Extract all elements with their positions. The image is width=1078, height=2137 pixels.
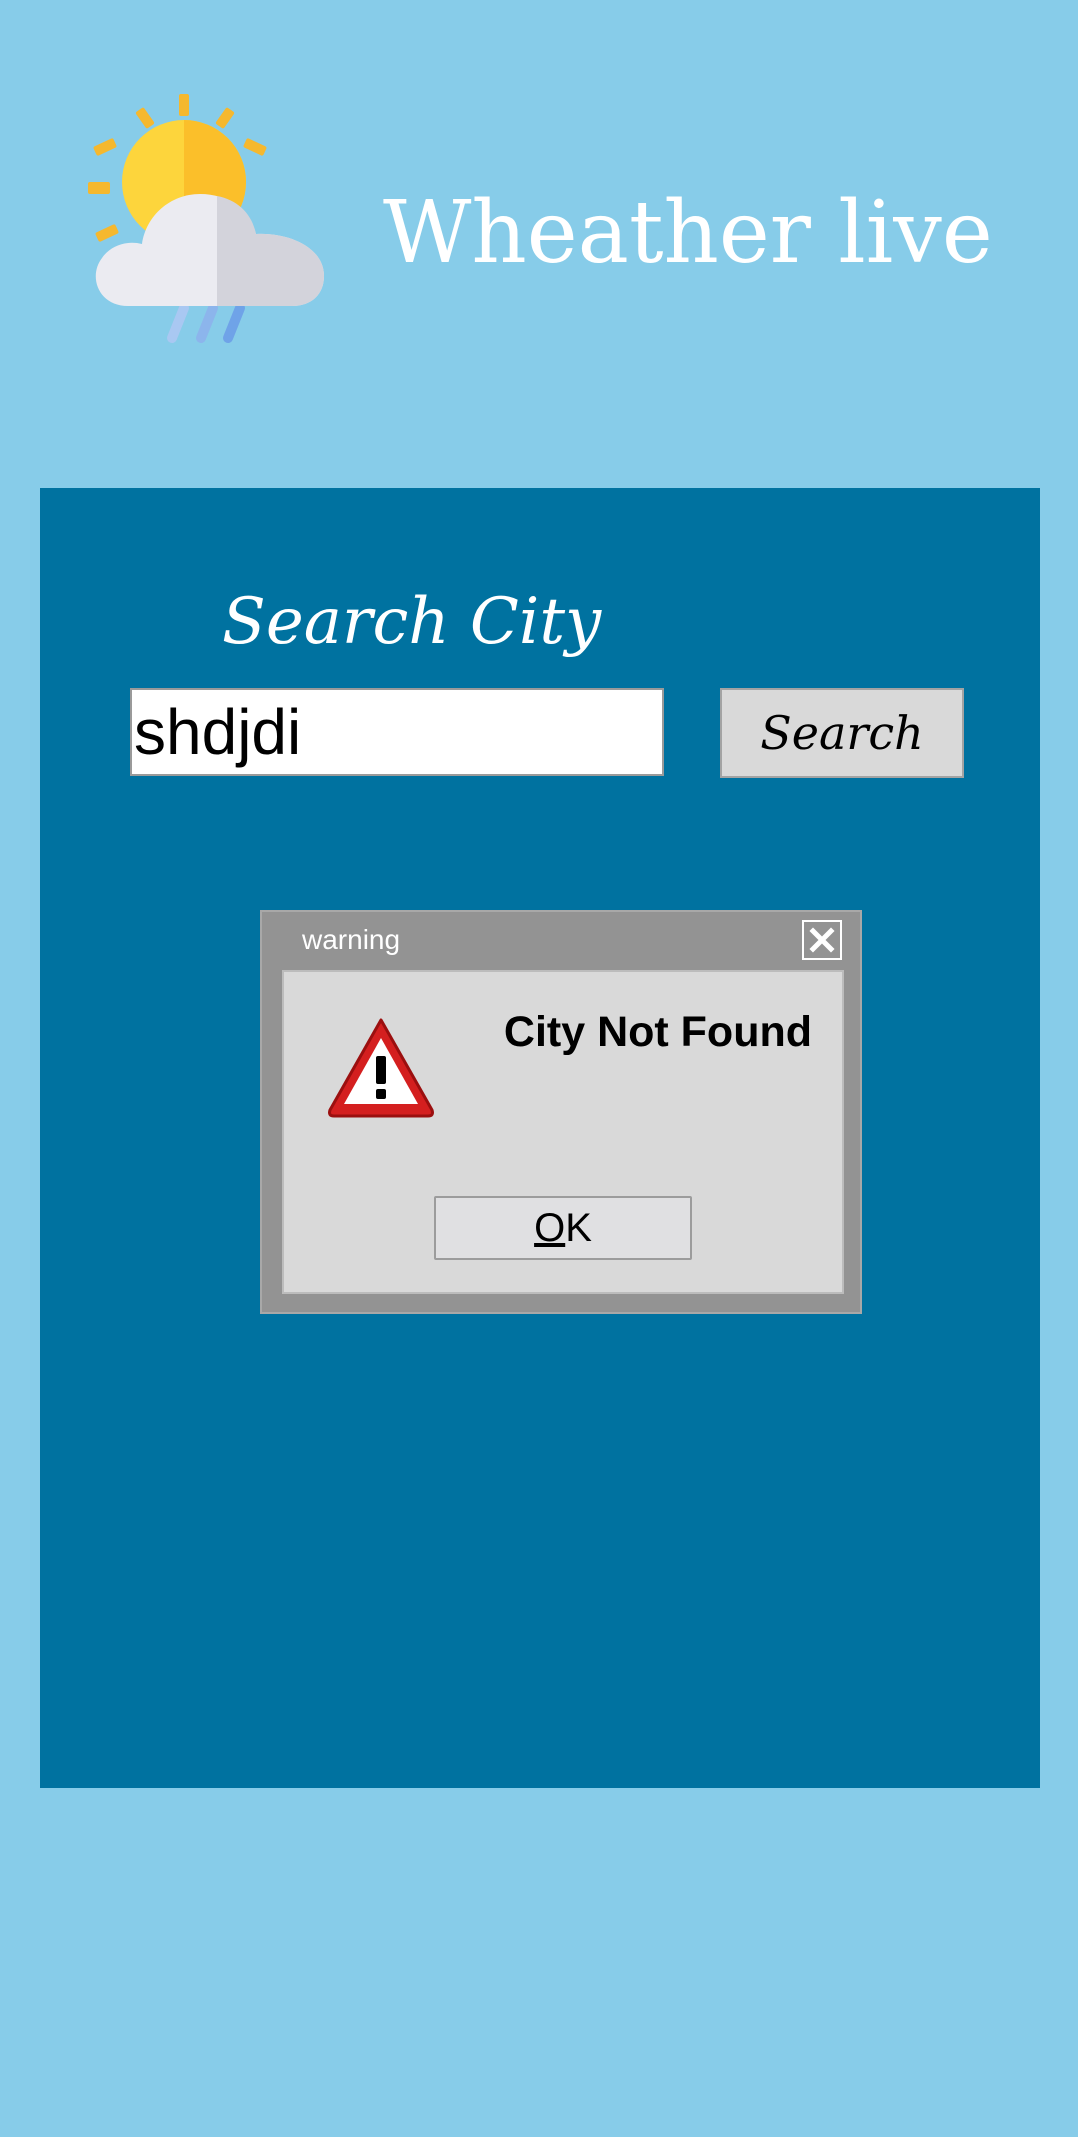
weather-logo-icon: [80, 90, 330, 350]
dialog-title: warning: [302, 924, 401, 955]
ok-button[interactable]: OK: [434, 1196, 692, 1260]
app-title: Wheather live: [383, 183, 993, 283]
dialog-message: City Not Found: [503, 1008, 812, 1056]
ok-label-rest: K: [565, 1205, 592, 1250]
dialog-body: City Not Found OK: [282, 970, 844, 1294]
search-city-label: Search City: [222, 585, 602, 659]
city-search-input[interactable]: shdjdi: [130, 688, 664, 776]
warning-triangle-icon: [324, 1014, 438, 1120]
close-icon[interactable]: [802, 920, 842, 960]
warning-dialog: warning City Not Found OK: [260, 910, 862, 1314]
search-button[interactable]: Search: [720, 688, 964, 778]
search-panel: Search City shdjdi Search warning City N…: [40, 488, 1040, 1788]
ok-mnemonic: O: [534, 1205, 566, 1250]
